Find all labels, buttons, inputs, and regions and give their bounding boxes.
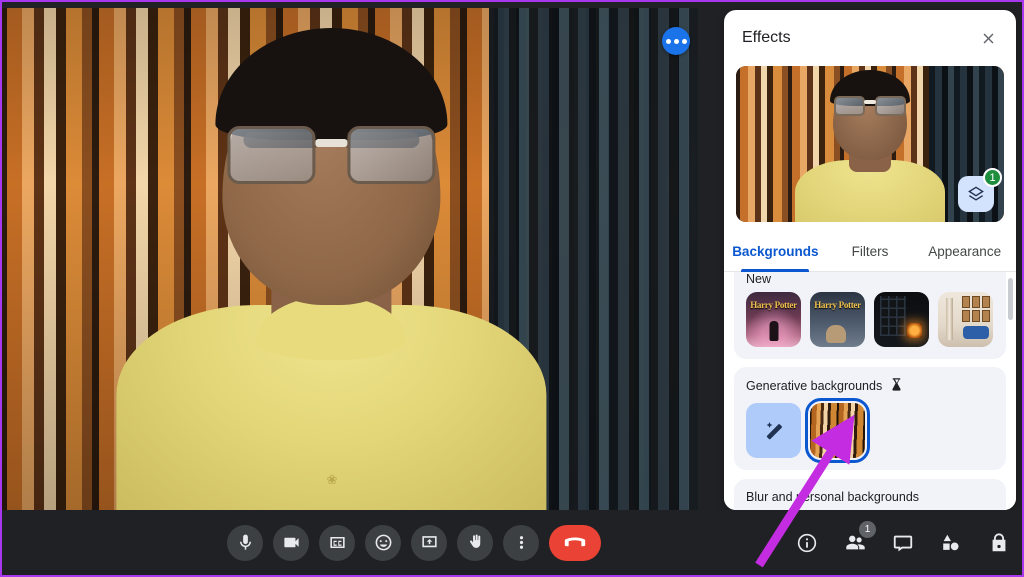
self-video-tile[interactable]: ❀ [2, 8, 698, 510]
close-icon[interactable] [974, 24, 1002, 52]
layers-badge: 1 [983, 168, 1002, 187]
tab-backgrounds[interactable]: Backgrounds [728, 236, 823, 272]
background-thumb-harry-potter-great-hall[interactable] [746, 292, 801, 347]
section-new-title: New [746, 272, 772, 286]
activities-button[interactable] [938, 530, 964, 556]
more-options-button[interactable] [503, 524, 539, 561]
captions-button[interactable] [319, 524, 355, 561]
end-call-button[interactable] [549, 524, 601, 561]
camera-button[interactable] [273, 524, 309, 561]
dot [681, 38, 687, 44]
flask-icon [889, 377, 904, 395]
effects-panel-header: Effects [724, 10, 1016, 66]
shirt-logo: ❀ [326, 472, 337, 487]
chat-button[interactable] [890, 530, 916, 556]
self-preview[interactable]: 1 [736, 66, 1004, 222]
section-generative-title: Generative backgrounds [746, 379, 883, 393]
participant-figure: ❀ [111, 28, 551, 510]
scrollbar-thumb[interactable] [1008, 278, 1013, 320]
glasses [227, 126, 436, 188]
background-thumb-create-with-prompt[interactable] [746, 403, 801, 458]
background-thumb-generated-forest[interactable] [805, 398, 870, 463]
meet-window: ❀ Effects 1 Backgrounds Filters Appearan… [0, 0, 1024, 577]
background-thumb-harry-potter-street[interactable] [810, 292, 865, 347]
preview-participant-figure [795, 70, 945, 222]
section-blur-title: Blur and personal backgrounds [746, 490, 920, 504]
background-thumb-living-room-portraits[interactable] [938, 292, 993, 347]
present-button[interactable] [411, 524, 447, 561]
dot [665, 38, 671, 44]
people-button[interactable]: 1 [842, 520, 876, 556]
microphone-button[interactable] [227, 524, 263, 561]
tab-appearance[interactable]: Appearance [917, 236, 1012, 271]
meeting-details-button[interactable] [794, 530, 820, 556]
dot [673, 38, 679, 44]
raise-hand-button[interactable] [457, 524, 493, 561]
video-more-options-button[interactable] [662, 27, 690, 55]
center-controls [227, 524, 601, 561]
people-badge: 1 [859, 520, 876, 538]
host-controls-button[interactable] [986, 530, 1012, 556]
tab-filters[interactable]: Filters [823, 236, 918, 271]
right-controls: 1 [794, 520, 1012, 556]
section-new-thumbnails [746, 292, 994, 347]
section-new: New [734, 272, 1006, 359]
layers-icon-button[interactable]: 1 [958, 168, 1002, 212]
section-blur-personal: Blur and personal backgrounds [734, 479, 1006, 510]
video-stage: ❀ [2, 2, 718, 513]
section-generative-header: Generative backgrounds [746, 377, 994, 395]
emoji-button[interactable] [365, 524, 401, 561]
meeting-controls-bar: 1 [2, 510, 1022, 575]
effects-scroll-area[interactable]: New Generative backgrounds [724, 272, 1016, 510]
effects-tabs: Backgrounds Filters Appearance [724, 236, 1016, 272]
panel-title: Effects [742, 29, 791, 46]
effects-panel: Effects 1 Backgrounds Filters Appearance… [724, 10, 1016, 510]
section-generative-backgrounds: Generative backgrounds [734, 367, 1006, 470]
section-generative-thumbnails [746, 398, 994, 463]
background-thumb-dark-room-fireplace[interactable] [874, 292, 929, 347]
